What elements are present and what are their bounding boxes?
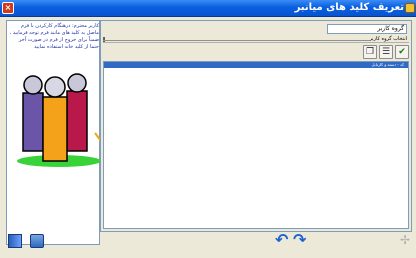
window-title: تعریف کلید های میانبر (294, 2, 404, 13)
window-body: کاربر محترم: درهنگام کارکردن با فرم ماصل… (0, 17, 416, 258)
shortcut-list[interactable]: کد - دسته و کارتابل (103, 61, 409, 229)
close-icon[interactable]: × (2, 2, 14, 14)
title-bar: × تعریف کلید های میانبر (0, 0, 416, 17)
network-icon[interactable]: ✢ (400, 234, 414, 248)
undo-icon[interactable]: ↶ (275, 232, 289, 248)
app-icon (405, 3, 415, 13)
toolbar: ✔ ☰ ❐ (359, 45, 409, 60)
exit-arrow-icon[interactable] (30, 234, 44, 248)
users-group-icon (17, 73, 102, 167)
group-select-row[interactable]: انتخاب گروه کاربر (103, 36, 409, 43)
bottom-bar: ↶ ↷ ✢ (0, 230, 416, 258)
list-item[interactable]: کد - دسته و کارتابل (104, 62, 408, 68)
list-icon[interactable]: ☰ (379, 45, 393, 59)
group-select-line (103, 40, 369, 41)
copy-icon[interactable]: ❐ (363, 45, 377, 59)
check-icon[interactable]: ✔ (395, 45, 409, 59)
help-text: کاربر محترم: درهنگام کارکردن با فرم ماصل… (9, 23, 99, 50)
main-panel: گروه کاربر انتخاب گروه کاربر ✔ ☰ ❐ کد - … (100, 20, 412, 232)
help-panel: کاربر محترم: درهنگام کارکردن با فرم ماصل… (6, 20, 102, 245)
redo-icon[interactable]: ↷ (293, 232, 307, 248)
group-select-label: انتخاب گروه کاربر (369, 36, 407, 42)
group-field[interactable]: گروه کاربر (327, 24, 407, 34)
exit-door-icon[interactable] (8, 234, 22, 248)
